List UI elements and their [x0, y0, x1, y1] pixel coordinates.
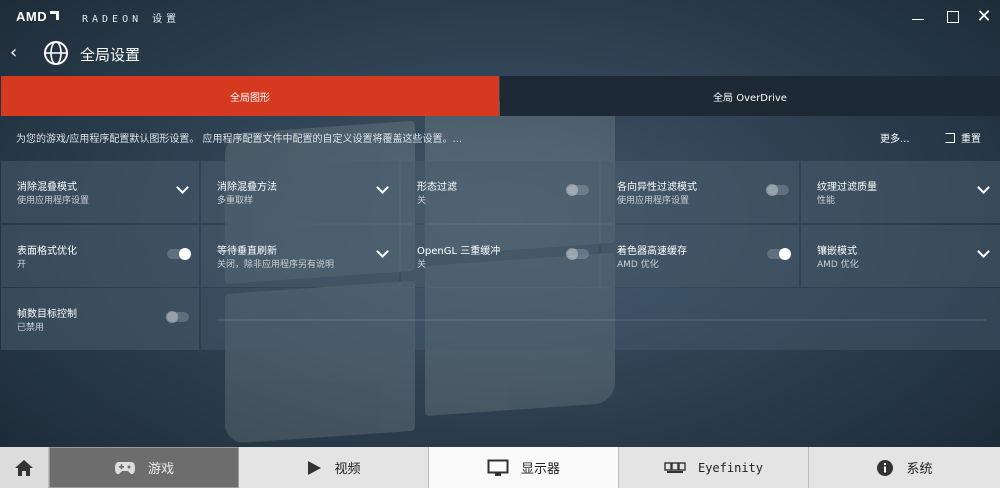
setting-tessellation-mode[interactable]: 镶嵌模式 AMD 优化 — [801, 225, 1000, 287]
nav-display[interactable]: 显示器 — [429, 447, 619, 488]
info-icon — [877, 459, 894, 476]
tab-bar: 全局图形 全局 OverDrive — [0, 76, 1000, 116]
description-text: 为您的游戏/应用程序配置默认图形设置。 应用程序配置文件中配置的自定义设置将覆盖… — [16, 134, 463, 145]
setting-title: 消除混叠模式 — [17, 182, 77, 193]
setting-antialiasing-method[interactable]: 消除混叠方法 多重取样 — [201, 161, 399, 223]
chevron-down-icon — [376, 245, 389, 258]
frame-rate-slider-area — [201, 288, 1000, 350]
setting-shader-cache: 着色器高速缓存 AMD 优化 — [601, 225, 799, 287]
globe-icon — [44, 41, 68, 65]
toggle-switch[interactable] — [767, 248, 791, 260]
maximize-button[interactable] — [941, 6, 965, 28]
nav-games[interactable]: 游戏 — [49, 447, 239, 488]
home-icon — [15, 459, 33, 476]
setting-anisotropic-filtering: 各向异性过滤模式 使用应用程序设置 — [601, 161, 799, 223]
toggle-switch[interactable] — [566, 248, 589, 260]
nav-eyefinity[interactable]: Eyefinity — [619, 447, 809, 488]
nav-label: 游戏 — [147, 462, 174, 477]
setting-surface-format-optimization: 表面格式优化 开 — [1, 225, 199, 287]
title-bar: AMD RADEON 设置 ✕ — [0, 0, 1000, 34]
setting-title: 着色器高速缓存 — [617, 246, 687, 257]
nav-home[interactable] — [0, 447, 49, 488]
setting-antialiasing-mode[interactable]: 消除混叠模式 使用应用程序设置 — [1, 161, 199, 223]
toggle-switch[interactable] — [167, 248, 191, 260]
setting-title: OpenGL 三重缓冲 — [417, 246, 501, 257]
gamepad-icon — [114, 461, 135, 474]
setting-value: AMD 优化 — [817, 260, 859, 270]
back-arrow-icon[interactable]: ‹ — [10, 42, 17, 63]
setting-value: 性能 — [817, 196, 836, 206]
monitor-icon — [487, 459, 509, 476]
setting-title: 表面格式优化 — [17, 246, 77, 257]
toggle-switch[interactable] — [566, 184, 589, 196]
amd-logo: AMD — [16, 9, 60, 24]
setting-frame-rate-target-control: 帧数目标控制 已禁用 — [1, 288, 199, 350]
setting-value: 关闭，除非应用程序另有说明 — [217, 260, 335, 270]
nav-video[interactable]: 视频 — [239, 447, 429, 488]
setting-value: AMD 优化 — [617, 260, 659, 270]
setting-title: 各向异性过滤模式 — [617, 182, 697, 193]
setting-texture-filtering-quality[interactable]: 纹理过滤质量 性能 — [801, 161, 1000, 223]
reset-label: 重置 — [961, 134, 981, 145]
toggle-switch[interactable] — [166, 311, 189, 323]
chevron-down-icon — [376, 181, 389, 194]
app-name: RADEON 设置 — [82, 14, 181, 25]
setting-value: 已禁用 — [17, 323, 45, 333]
nav-label: Eyefinity — [697, 460, 764, 475]
more-link[interactable]: 更多... — [880, 130, 910, 145]
nav-label: 显示器 — [520, 462, 560, 477]
reset-icon — [945, 132, 955, 143]
play-icon — [308, 460, 322, 475]
setting-value: 关 — [417, 260, 427, 270]
setting-title: 帧数目标控制 — [17, 309, 77, 320]
minimize-button[interactable] — [906, 6, 930, 28]
disabled-slider-track — [217, 319, 986, 321]
bottom-navigation: 游戏 视频 显示器 Eyefinity 系统 — [0, 447, 1000, 488]
setting-title: 等待垂直刷新 — [217, 246, 277, 257]
nav-label: 视频 — [334, 462, 361, 477]
setting-value: 使用应用程序设置 — [617, 196, 690, 206]
setting-value: 开 — [17, 260, 27, 270]
tab-global-overdrive[interactable]: 全局 OverDrive — [500, 76, 1000, 116]
tab-global-graphics[interactable]: 全局图形 — [1, 76, 499, 116]
setting-value: 关 — [417, 196, 427, 206]
nav-system[interactable]: 系统 — [809, 447, 1000, 488]
setting-value: 多重取样 — [217, 196, 254, 206]
chevron-down-icon — [176, 181, 189, 194]
eyefinity-icon — [664, 461, 686, 473]
setting-title: 镶嵌模式 — [817, 246, 857, 257]
setting-opengl-triple-buffering: OpenGL 三重缓冲 关 — [401, 225, 599, 287]
setting-value: 使用应用程序设置 — [17, 196, 90, 206]
setting-title: 纹理过滤质量 — [817, 182, 877, 193]
setting-title: 形态过滤 — [417, 182, 457, 193]
chevron-down-icon — [977, 245, 990, 258]
reset-button[interactable]: 重置 — [945, 130, 981, 145]
setting-wait-for-vertical-refresh[interactable]: 等待垂直刷新 关闭，除非应用程序另有说明 — [201, 225, 399, 287]
toggle-switch[interactable] — [766, 184, 789, 196]
nav-label: 系统 — [906, 462, 933, 477]
chevron-down-icon — [977, 181, 990, 194]
close-button[interactable]: ✕ — [972, 6, 996, 28]
setting-morphological-filtering: 形态过滤 关 — [401, 161, 599, 223]
setting-title: 消除混叠方法 — [217, 182, 277, 193]
page-header: ‹ 全局设置 — [0, 36, 1000, 70]
page-title: 全局设置 — [80, 46, 141, 64]
